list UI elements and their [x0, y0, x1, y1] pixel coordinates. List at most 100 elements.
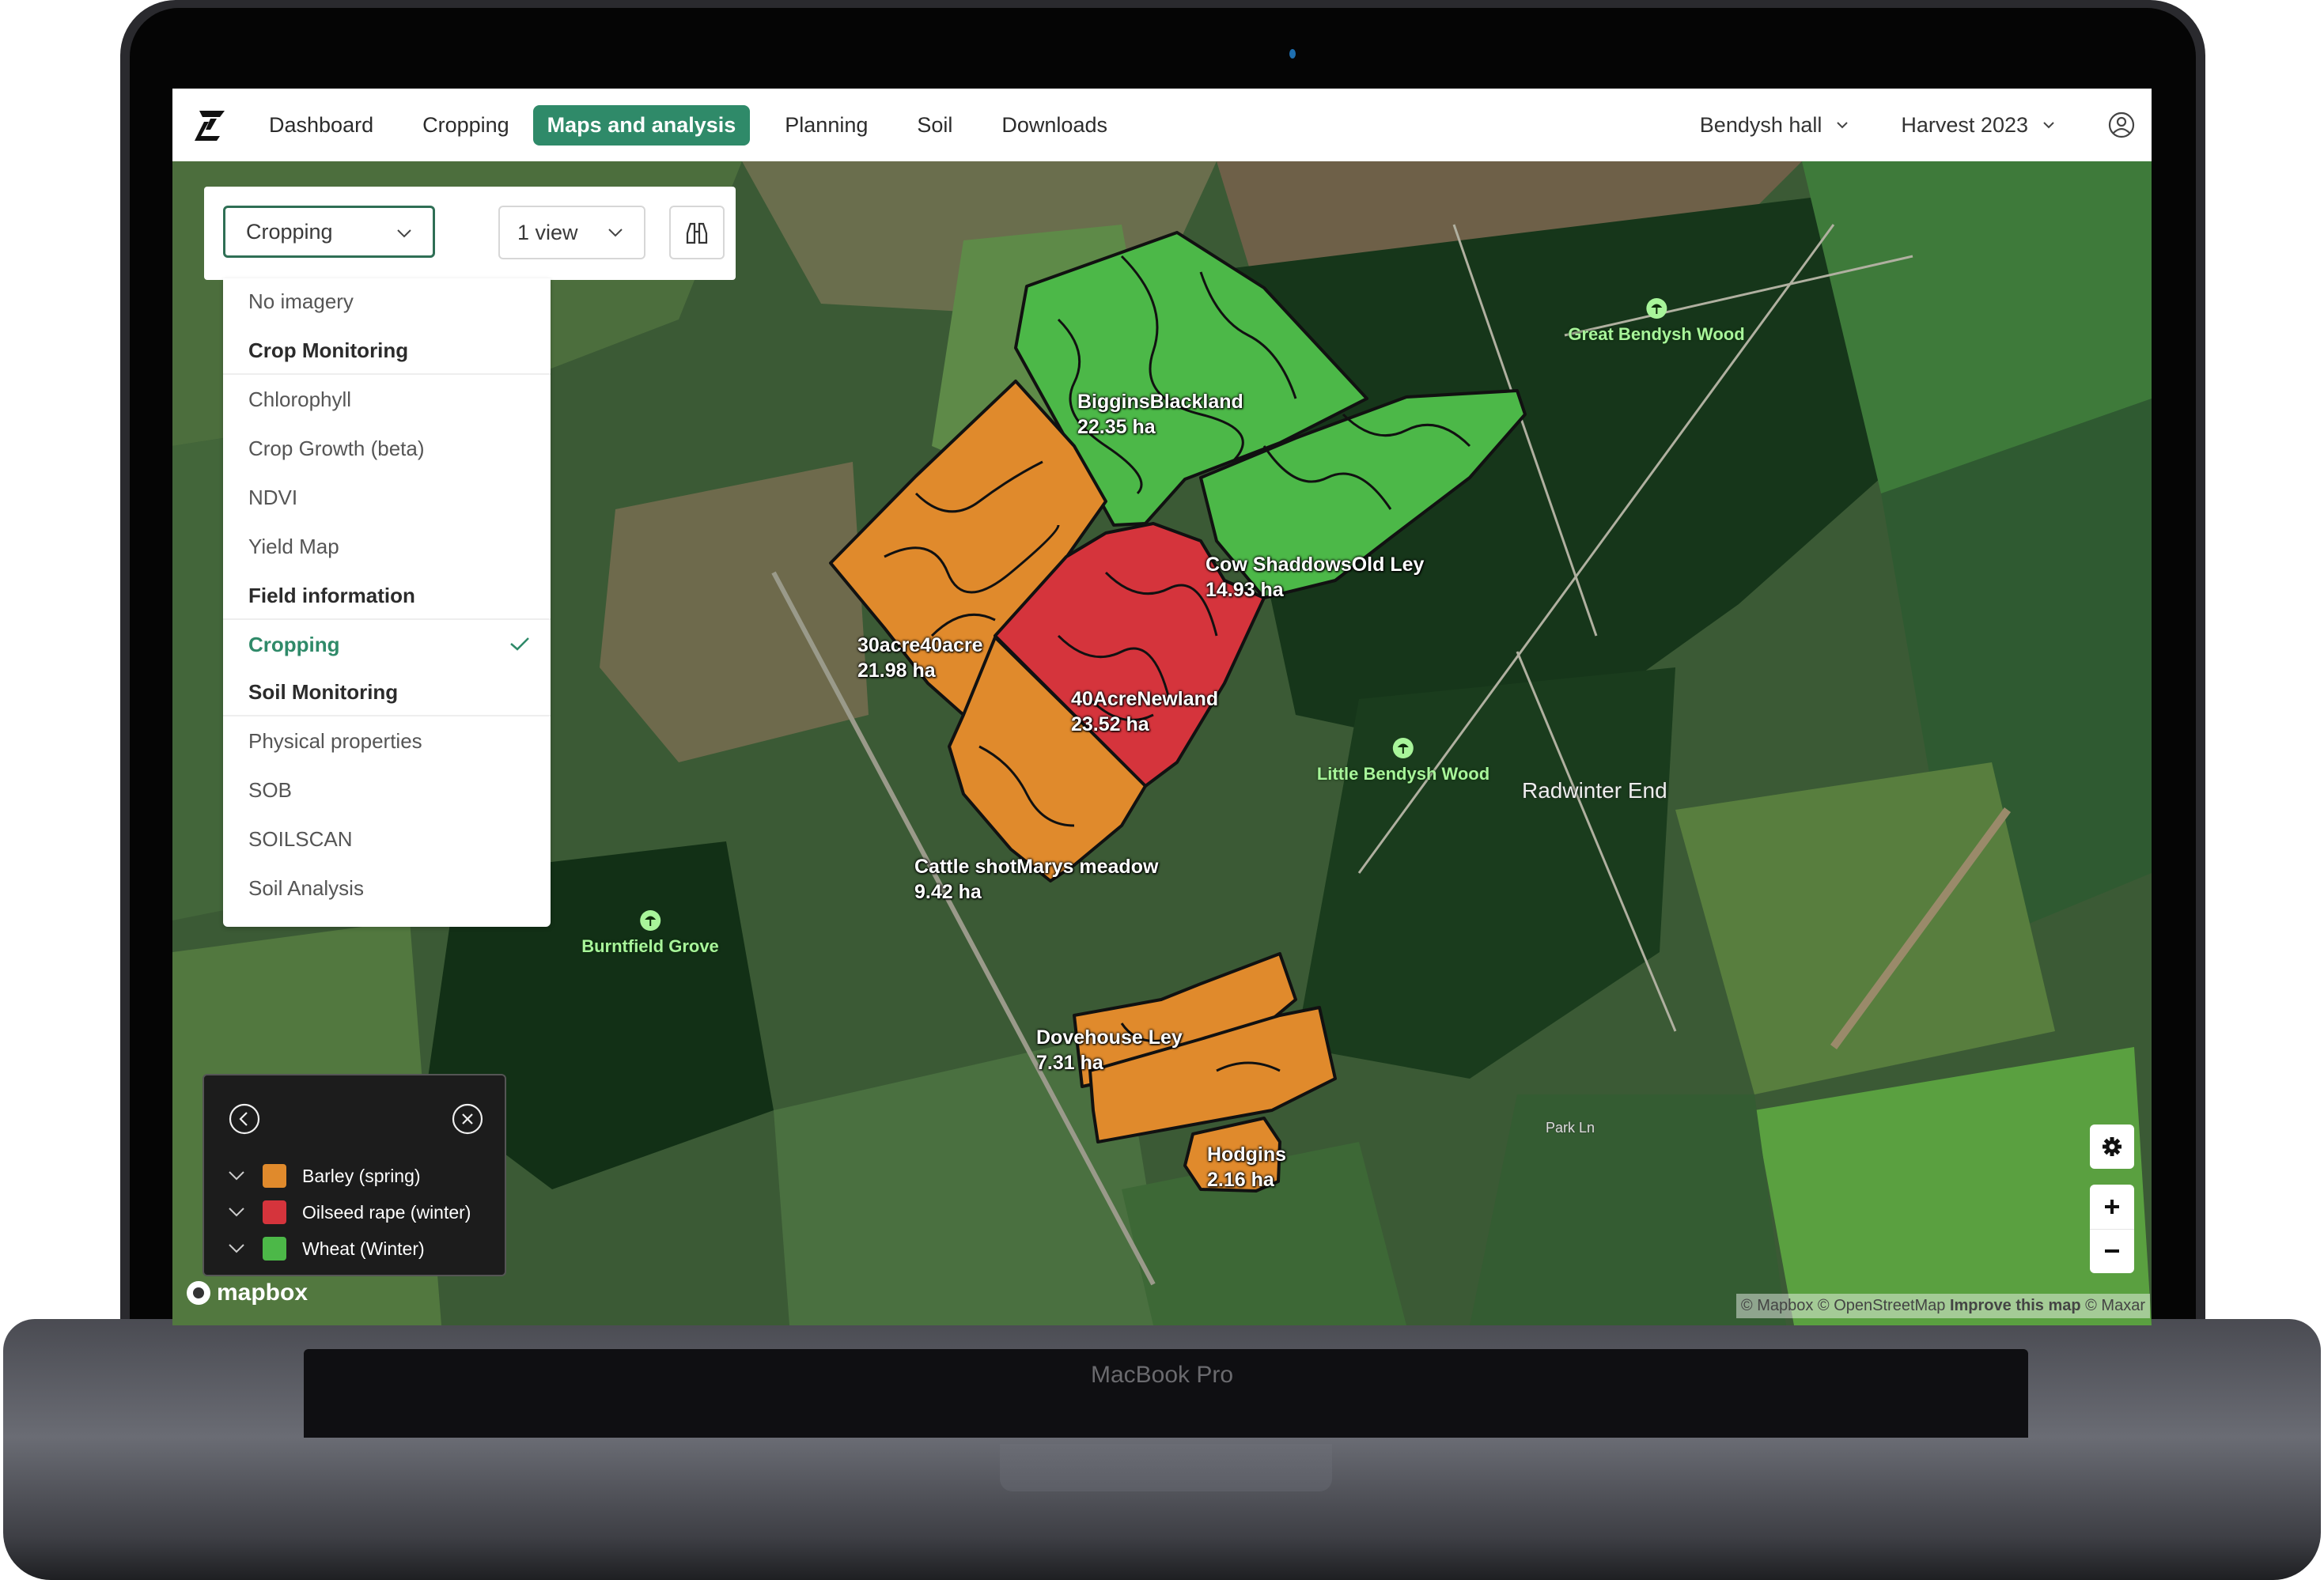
field-label[interactable]: Hodgins 2.16 ha: [1207, 1142, 1286, 1193]
chevron-down-icon: [397, 229, 411, 238]
poi-great-bendysh-wood[interactable]: Great Bendysh Wood: [1568, 297, 1745, 345]
nav-cropping[interactable]: Cropping: [410, 105, 522, 146]
legend-swatch: [263, 1237, 286, 1261]
map-attribution: © Mapbox © OpenStreetMap Improve this ma…: [1735, 1294, 2150, 1318]
z-logo-icon[interactable]: [193, 108, 226, 142]
legend-label: Barley (spring): [302, 1165, 421, 1186]
menu-divider: [223, 373, 551, 375]
menu-item-soil-analysis[interactable]: Soil Analysis: [248, 876, 364, 901]
map-settings-button[interactable]: [2090, 1125, 2134, 1169]
zoom-in-button[interactable]: [2090, 1185, 2134, 1230]
attrib-mapbox[interactable]: © Mapbox: [1741, 1297, 1813, 1314]
zoom-out-button[interactable]: [2090, 1230, 2134, 1274]
legend-swatch: [263, 1200, 286, 1224]
field-area: 7.31 ha: [1036, 1052, 1103, 1074]
nav-soil[interactable]: Soil: [904, 105, 965, 146]
menu-item-ndvi[interactable]: NDVI: [248, 486, 297, 510]
topbar-right: Bendysh hall Harvest 2023: [1700, 89, 2136, 161]
layer-select[interactable]: Cropping: [223, 206, 435, 258]
tree-icon: [639, 910, 660, 931]
chevron-down-icon: [229, 1208, 244, 1217]
legend-item-oilseed-rape[interactable]: Oilseed rape (winter): [228, 1199, 471, 1226]
field-name: BigginsBlackland: [1077, 391, 1243, 413]
chevron-down-icon: [229, 1171, 244, 1181]
top-navigation-bar: Dashboard Cropping Maps and analysis Pla…: [172, 89, 2152, 161]
field-name: Hodgins: [1207, 1143, 1286, 1166]
menu-header-crop-monitoring: Crop Monitoring: [248, 338, 409, 362]
nav-maps-and-analysis[interactable]: Maps and analysis: [532, 104, 751, 146]
tree-icon: [1393, 738, 1414, 758]
farm-selector[interactable]: Bendysh hall: [1700, 113, 1849, 138]
menu-item-crop-growth[interactable]: Crop Growth (beta): [248, 437, 425, 461]
menu-item-soilscan[interactable]: SOILSCAN: [248, 827, 353, 852]
field-name: Cattle shotMarys meadow: [914, 856, 1159, 878]
chevron-down-icon: [1837, 122, 1849, 129]
attrib-osm[interactable]: © OpenStreetMap: [1818, 1297, 1945, 1314]
field-name: Cow ShaddowsOld Ley: [1206, 554, 1425, 576]
field-area: 14.93 ha: [1206, 579, 1284, 601]
camera-icon: [1289, 49, 1296, 59]
legend-label: Oilseed rape (winter): [302, 1201, 471, 1223]
field-area: 2.16 ha: [1207, 1169, 1274, 1191]
field-area: 22.35 ha: [1077, 416, 1156, 438]
legend-item-barley[interactable]: Barley (spring): [228, 1162, 421, 1189]
crop-legend: Barley (spring) Oilseed rape (winter) Wh…: [202, 1074, 506, 1276]
chevron-left-circle-icon[interactable]: [228, 1102, 261, 1136]
checkmark-icon: [510, 637, 529, 651]
menu-item-physical-properties[interactable]: Physical properties: [248, 729, 422, 754]
field-label[interactable]: Cattle shotMarys meadow 9.42 ha: [914, 854, 1158, 905]
field-label[interactable]: Cow ShaddowsOld Ley 14.93 ha: [1206, 552, 1424, 603]
tree-icon: [1645, 298, 1667, 319]
view-select[interactable]: 1 view: [498, 206, 645, 259]
season-selector[interactable]: Harvest 2023: [1901, 113, 2055, 138]
plus-icon: [2105, 1199, 2119, 1214]
field-area: 23.52 ha: [1071, 713, 1149, 735]
chevron-down-icon: [2043, 122, 2054, 129]
minus-icon: [2105, 1249, 2119, 1253]
view-select-value: 1 view: [517, 220, 578, 244]
chevron-down-icon: [229, 1244, 244, 1253]
mapbox-logo[interactable]: mapbox: [185, 1279, 308, 1306]
main-nav: Dashboard Cropping Maps and analysis Pla…: [256, 89, 1144, 161]
menu-header-field-information: Field information: [248, 584, 415, 607]
close-circle-icon[interactable]: [451, 1102, 484, 1136]
menu-item-cropping[interactable]: Cropping: [248, 633, 340, 657]
poi-burntfield-grove[interactable]: Burntfield Grove: [581, 909, 719, 957]
road-label-park-ln: Park Ln: [1546, 1120, 1595, 1136]
season-selector-label: Harvest 2023: [1901, 112, 2028, 137]
compare-button[interactable]: [669, 206, 725, 259]
field-name: Dovehouse Ley: [1036, 1026, 1183, 1049]
field-label[interactable]: 30acre40acre 21.98 ha: [857, 633, 983, 683]
map-layer-controls: Cropping 1 view: [204, 187, 736, 280]
menu-item-sob[interactable]: SOB: [248, 778, 292, 803]
nav-downloads[interactable]: Downloads: [989, 105, 1120, 146]
menu-item-yield-map[interactable]: Yield Map: [248, 535, 339, 559]
lid-notch: [1000, 1444, 1332, 1491]
field-label[interactable]: 40AcreNewland 23.52 ha: [1071, 686, 1218, 737]
layer-select-value: Cropping: [246, 219, 333, 244]
user-circle-icon[interactable]: [2107, 111, 2136, 139]
device-brand-label: MacBook Pro: [1090, 1362, 1234, 1388]
menu-header-soil-monitoring: Soil Monitoring: [248, 680, 399, 704]
nav-planning[interactable]: Planning: [772, 105, 880, 146]
attrib-improve-map[interactable]: Improve this map: [1950, 1297, 2081, 1314]
field-label[interactable]: BigginsBlackland 22.35 ha: [1077, 389, 1243, 440]
chevron-down-icon: [608, 229, 623, 237]
field-name: 30acre40acre: [857, 634, 983, 656]
satellite-map[interactable]: BigginsBlackland 22.35 ha Cow ShaddowsOl…: [172, 161, 2152, 1325]
field-label[interactable]: Dovehouse Ley 7.31 ha: [1036, 1025, 1183, 1075]
menu-item-no-imagery[interactable]: No imagery: [248, 289, 354, 314]
field-area: 21.98 ha: [857, 660, 936, 682]
mapbox-icon: [187, 1281, 210, 1305]
gear-icon: [2103, 1137, 2122, 1156]
poi-little-bendysh-wood[interactable]: Little Bendysh Wood: [1317, 737, 1489, 784]
map-patch: [1470, 1094, 1786, 1325]
place-label-radwinter-end: Radwinter End: [1522, 778, 1667, 803]
nav-dashboard[interactable]: Dashboard: [256, 105, 386, 146]
laptop-base: [3, 1319, 2321, 1580]
legend-item-wheat[interactable]: Wheat (Winter): [228, 1235, 425, 1262]
attrib-maxar[interactable]: © Maxar: [2085, 1297, 2145, 1314]
legend-label: Wheat (Winter): [302, 1238, 425, 1259]
menu-item-chlorophyll[interactable]: Chlorophyll: [248, 387, 351, 412]
menu-divider: [223, 618, 551, 620]
